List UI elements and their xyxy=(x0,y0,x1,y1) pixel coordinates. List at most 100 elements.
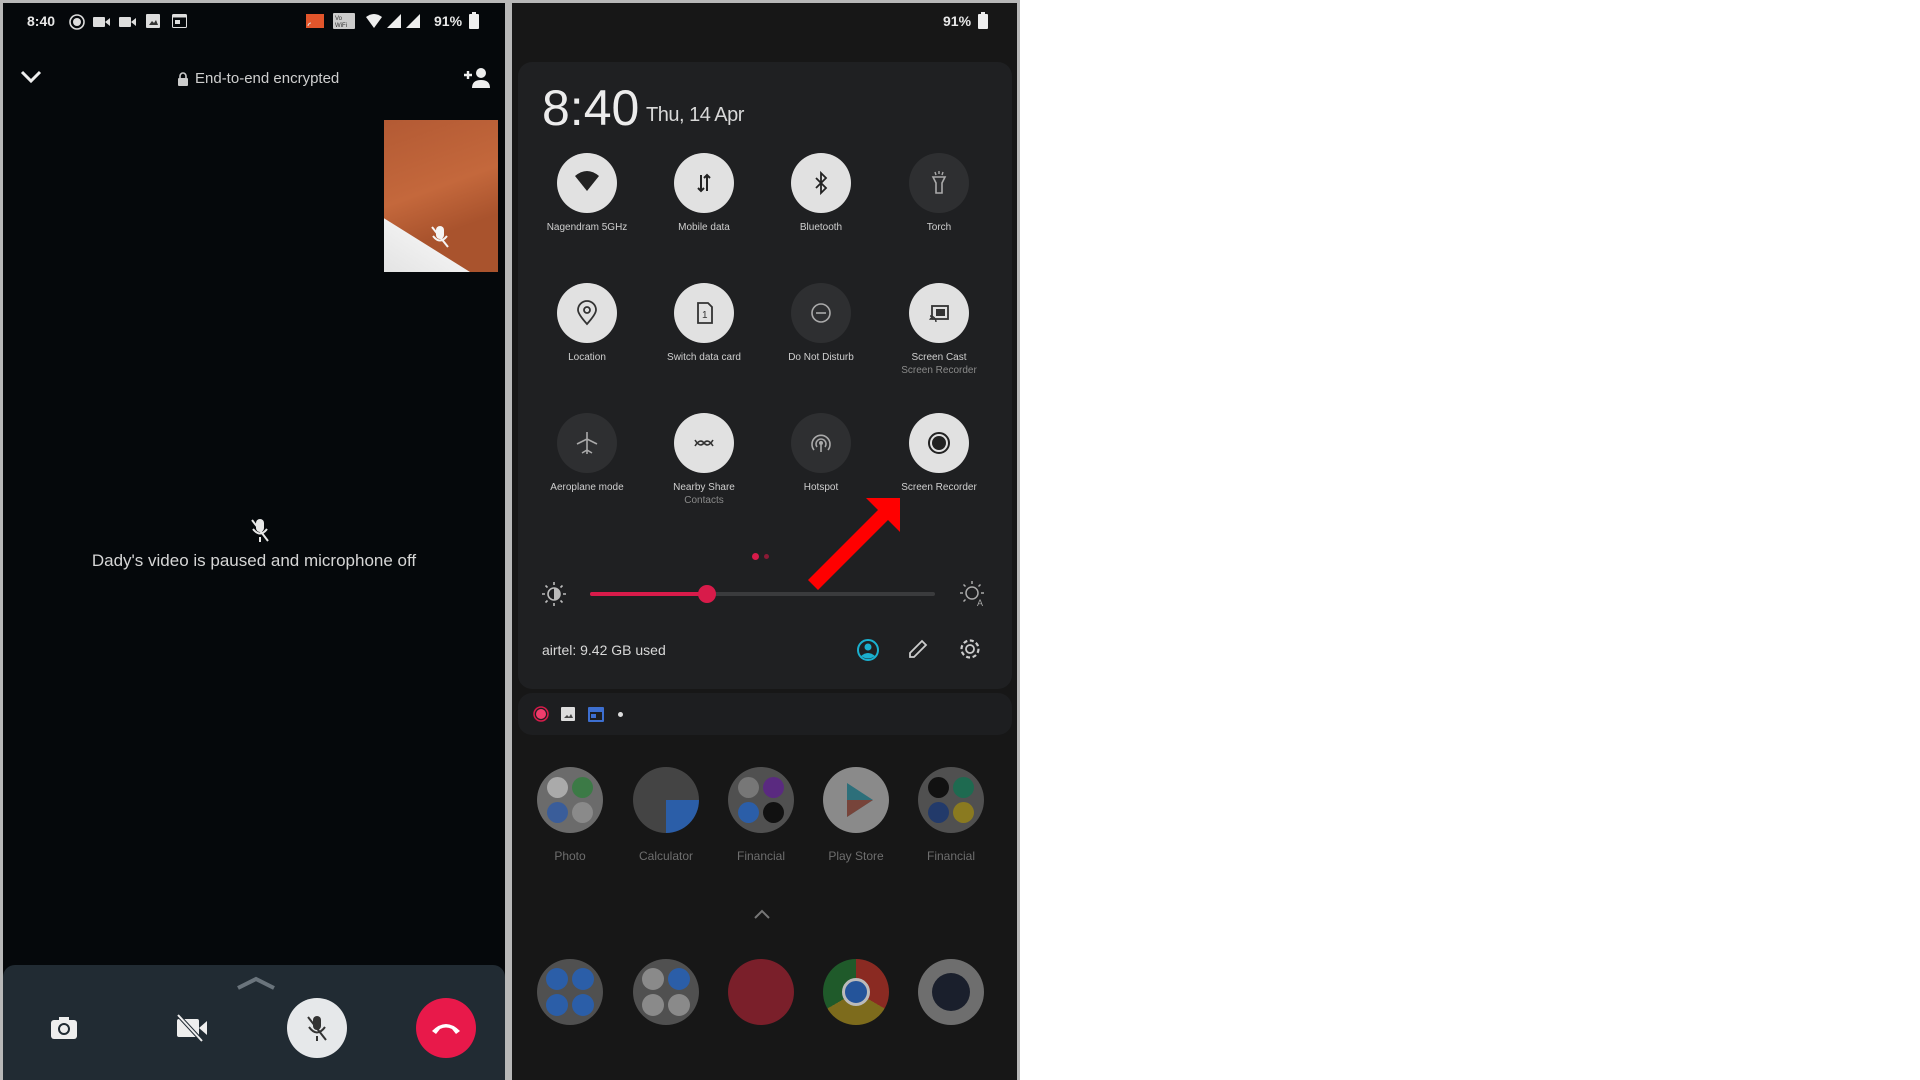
tile-screen-cast[interactable] xyxy=(909,283,969,343)
dnd-icon xyxy=(811,303,831,323)
tile-nearby-share[interactable] xyxy=(674,413,734,473)
video-call-screen: 8:40 Vo WiFi 91% End-to-end encrypted Dad… xyxy=(3,3,505,1080)
tile-nagendram-5ghz[interactable] xyxy=(557,153,617,213)
dock-authy[interactable] xyxy=(728,959,794,1025)
app-photo[interactable] xyxy=(537,767,603,833)
bluetooth-icon xyxy=(815,170,828,196)
remote-status-message: Dady's video is paused and microphone of… xyxy=(91,551,417,570)
auto-brightness-icon[interactable]: A xyxy=(960,581,986,607)
calendar-icon xyxy=(588,707,604,722)
folder-app-icon xyxy=(953,802,974,823)
dock-utilities-folder[interactable] xyxy=(633,959,699,1025)
clock: 8:40 xyxy=(542,80,640,136)
app-play-store[interactable] xyxy=(823,767,889,833)
video-icon xyxy=(119,17,136,27)
record-icon xyxy=(928,432,950,454)
video-off-icon[interactable] xyxy=(175,1013,209,1043)
date: Thu, 14 Apr xyxy=(646,104,744,126)
tile-label: Nearby Share Contacts xyxy=(649,481,759,507)
record-icon xyxy=(69,14,85,30)
add-person-icon[interactable] xyxy=(462,67,492,89)
tile-screen-recorder[interactable] xyxy=(909,413,969,473)
tile-bluetooth[interactable] xyxy=(791,153,851,213)
app-calculator[interactable] xyxy=(633,767,699,833)
tile-label-text: Nagendram 5GHz xyxy=(546,222,628,233)
app-label: Calculator xyxy=(638,849,694,863)
play-store-icon xyxy=(847,783,873,817)
quick-settings-screen: 91% 8:40 Thu, 14 Apr Nagendram 5GHz Mobil… xyxy=(512,3,1017,1080)
brightness-thumb[interactable] xyxy=(698,585,717,603)
chevron-down-icon[interactable] xyxy=(20,69,42,85)
brightness-fill xyxy=(590,592,708,596)
location-icon xyxy=(577,300,597,326)
tile-torch[interactable] xyxy=(909,153,969,213)
tile-label: Nagendram 5GHz xyxy=(532,221,642,234)
tile-aeroplane-mode[interactable] xyxy=(557,413,617,473)
status-time: 8:40 xyxy=(27,13,56,29)
tile-label-text: Nearby Share xyxy=(673,482,735,493)
hotspot-icon xyxy=(811,434,831,452)
folder-app-icon xyxy=(953,777,974,798)
folder-app-icon xyxy=(928,777,949,798)
tile-label-text: Torch xyxy=(926,222,952,233)
tile-mobile-data[interactable] xyxy=(674,153,734,213)
notification-strip[interactable] xyxy=(518,693,1012,735)
torch-icon xyxy=(931,171,947,194)
folder-app-icon xyxy=(572,802,593,823)
battery-percent: 91% xyxy=(434,13,463,29)
sim-card-icon: 1 xyxy=(697,302,713,324)
chevron-up-icon[interactable] xyxy=(753,909,771,919)
tile-hotspot[interactable] xyxy=(791,413,851,473)
svg-text:1: 1 xyxy=(702,310,708,321)
mic-off-icon xyxy=(307,1016,327,1041)
dock-camera[interactable] xyxy=(918,959,984,1025)
image-icon xyxy=(561,707,575,721)
tile-label-text: Switch data card xyxy=(667,352,741,363)
encryption-label: End-to-end encrypted xyxy=(195,70,340,87)
encryption-status: End-to-end encrypted xyxy=(177,70,339,87)
video-icon xyxy=(93,17,110,27)
tile-label: Torch xyxy=(884,221,994,234)
chevron-up-icon[interactable] xyxy=(235,975,277,991)
app-financial[interactable] xyxy=(918,767,984,833)
tile-switch-data-card[interactable]: 1 xyxy=(674,283,734,343)
end-call-button[interactable] xyxy=(416,998,476,1058)
nearby-share-icon xyxy=(694,439,714,447)
dock-chrome[interactable] xyxy=(823,959,889,1025)
end-call-icon xyxy=(432,1024,460,1034)
signal-icon xyxy=(387,14,401,28)
quick-settings-panel: 8:40 Thu, 14 Apr Nagendram 5GHz Mobile da… xyxy=(518,62,1012,689)
call-controls-bar xyxy=(3,965,505,1080)
flip-camera-icon[interactable] xyxy=(50,1016,78,1040)
tile-label: Location xyxy=(532,351,642,364)
app-financial[interactable] xyxy=(728,767,794,833)
calendar-icon xyxy=(172,14,187,28)
tile-label: Switch data card xyxy=(649,351,759,364)
folder-app-icon xyxy=(738,802,759,823)
annotation-arrow xyxy=(808,498,900,590)
tile-label-text: Do Not Disturb xyxy=(788,352,854,363)
cast-icon xyxy=(306,14,324,28)
folder-app-icon xyxy=(738,777,759,798)
data-usage: airtel: 9.42 GB used xyxy=(542,642,666,658)
self-view-thumbnail[interactable] xyxy=(384,120,498,272)
airplane-icon xyxy=(576,432,598,454)
tile-sublabel: Contacts xyxy=(684,495,724,506)
tile-location[interactable] xyxy=(557,283,617,343)
mute-button[interactable] xyxy=(287,998,347,1058)
user-icon[interactable] xyxy=(857,639,879,661)
tile-label: Screen Cast Screen Recorder xyxy=(884,351,994,377)
dock-phone-folder[interactable] xyxy=(537,959,603,1025)
page-dot-active xyxy=(752,553,759,560)
tile-label: Do Not Disturb xyxy=(766,351,876,364)
gear-icon[interactable] xyxy=(958,637,982,661)
tile-label: Aeroplane mode xyxy=(532,481,642,494)
image-icon xyxy=(146,14,160,28)
mic-off-icon xyxy=(251,519,269,542)
folder-app-icon xyxy=(763,802,784,823)
edit-icon[interactable] xyxy=(906,637,930,661)
svg-text:A: A xyxy=(977,598,983,607)
tile-label-text: Bluetooth xyxy=(799,222,843,233)
wifi-icon xyxy=(366,14,382,28)
tile-do-not-disturb[interactable] xyxy=(791,283,851,343)
